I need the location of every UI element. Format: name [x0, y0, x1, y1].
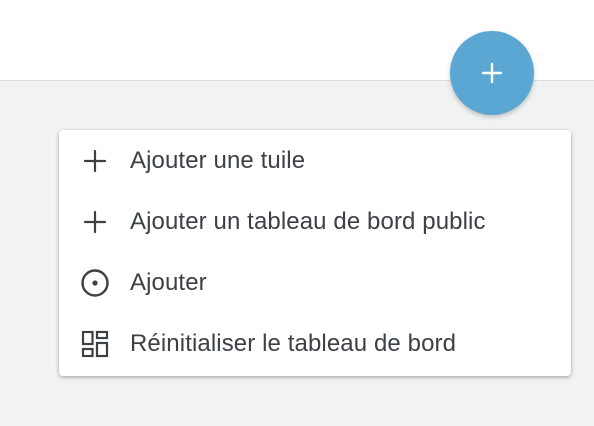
circle-dot-icon [80, 268, 110, 298]
menu-item-label: Ajouter une tuile [130, 146, 306, 174]
menu-item-label: Ajouter [130, 268, 207, 296]
plus-icon [80, 207, 110, 237]
menu-item-label: Ajouter un tableau de bord public [130, 207, 486, 235]
add-fab-button[interactable] [450, 31, 534, 115]
menu-item-reset-dashboard[interactable]: Réinitialiser le tableau de bord [59, 313, 571, 374]
dashboard-layout-icon [80, 329, 110, 359]
plus-icon [80, 146, 110, 176]
menu-item-label: Réinitialiser le tableau de bord [130, 329, 457, 357]
add-menu: Ajouter une tuile Ajouter un tableau de … [59, 130, 571, 376]
menu-item-add-public-dashboard[interactable]: Ajouter un tableau de bord public [59, 191, 571, 252]
menu-item-add[interactable]: Ajouter [59, 252, 571, 313]
menu-item-add-tile[interactable]: Ajouter une tuile [59, 130, 571, 191]
plus-icon [481, 62, 503, 84]
